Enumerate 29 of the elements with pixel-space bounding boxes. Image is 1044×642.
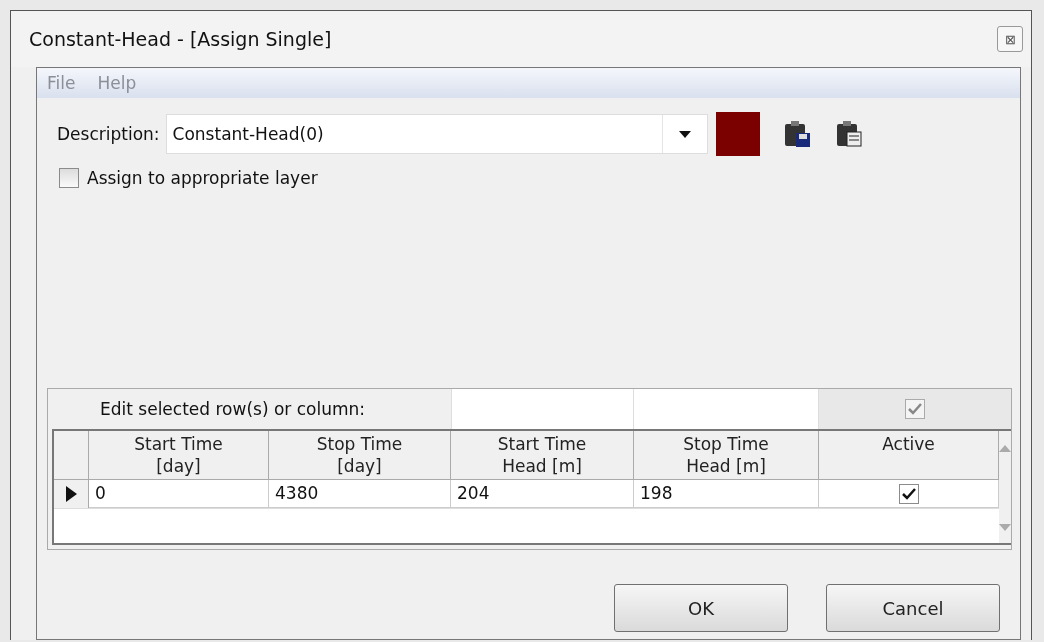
column-header[interactable]: Active bbox=[819, 431, 999, 480]
description-label: Description: bbox=[57, 124, 160, 144]
checkbox[interactable] bbox=[898, 483, 919, 504]
edit-field[interactable] bbox=[451, 389, 633, 429]
row-pointer-icon bbox=[64, 485, 78, 503]
column-header[interactable]: Stop Time Head [m] bbox=[634, 431, 819, 480]
table-cell[interactable]: 204 bbox=[451, 480, 634, 508]
scroll-down-icon[interactable] bbox=[999, 524, 1011, 531]
dropdown-arrow-icon bbox=[678, 130, 691, 138]
window-title: Constant-Head - [Assign Single] bbox=[29, 28, 332, 50]
checkbox[interactable] bbox=[59, 168, 79, 188]
column-header[interactable]: Start Time Head [m] bbox=[451, 431, 634, 480]
row-header[interactable] bbox=[54, 480, 89, 508]
description-combobox[interactable]: Constant-Head(0) bbox=[165, 114, 708, 154]
edit-field[interactable] bbox=[633, 389, 818, 429]
column-header[interactable]: Start Time [day] bbox=[89, 431, 269, 480]
cancel-button[interactable]: Cancel bbox=[826, 584, 1000, 632]
scroll-up-icon[interactable] bbox=[999, 445, 1011, 452]
table-cell[interactable]: 0 bbox=[89, 480, 269, 508]
close-button[interactable]: ⊠ bbox=[997, 26, 1023, 52]
table-cell[interactable]: 198 bbox=[634, 480, 819, 508]
scrollbar[interactable] bbox=[999, 431, 1011, 543]
header-corner bbox=[54, 431, 89, 480]
ok-button[interactable]: OK bbox=[614, 584, 788, 632]
color-swatch[interactable] bbox=[715, 112, 760, 156]
column-header[interactable]: Stop Time [day] bbox=[269, 431, 451, 480]
edit-row-label: Edit selected row(s) or column: bbox=[99, 398, 367, 421]
checkbox-label: Assign to appropriate layer bbox=[87, 168, 318, 188]
table-cell[interactable]: 4380 bbox=[269, 480, 451, 508]
